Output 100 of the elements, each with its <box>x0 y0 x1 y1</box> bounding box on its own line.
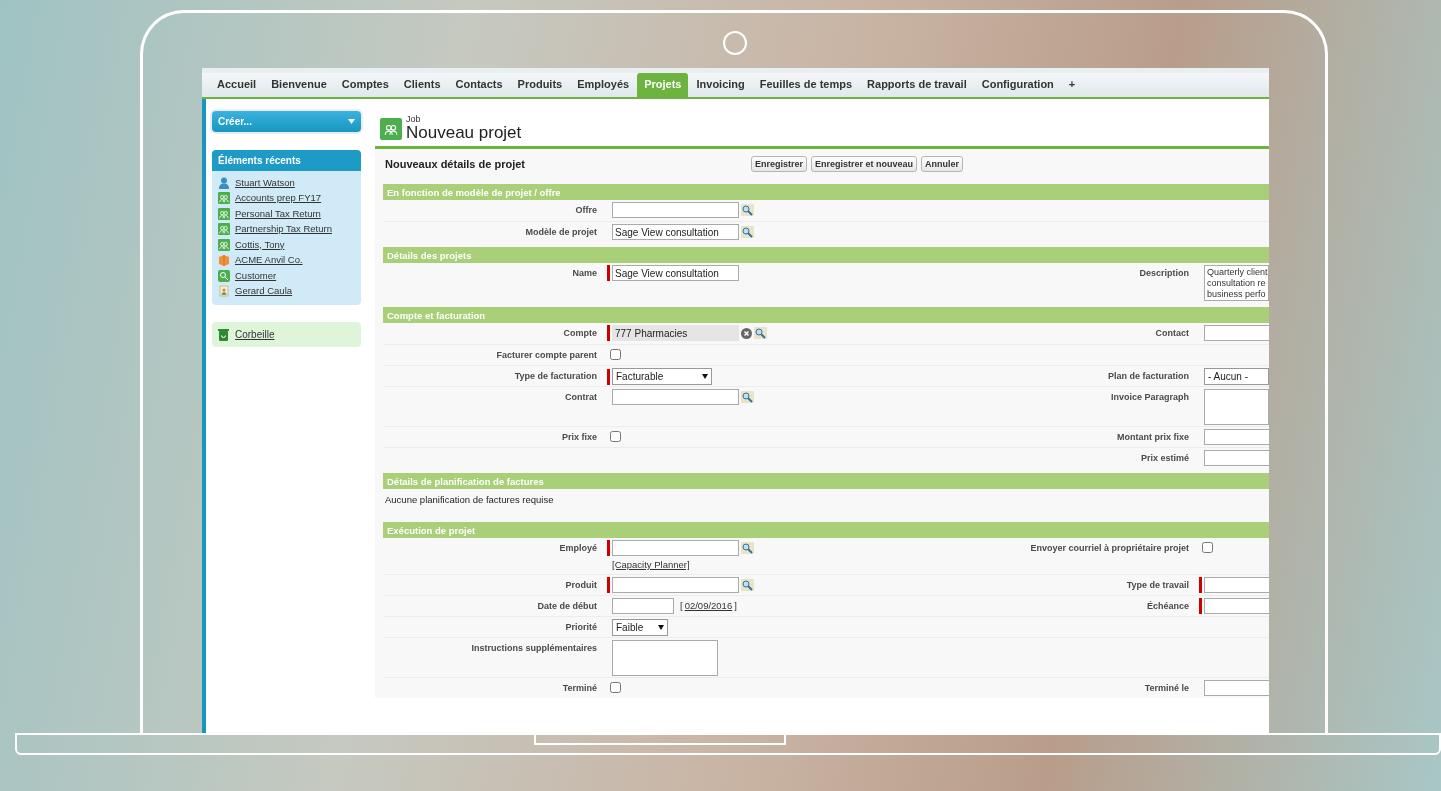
field-label: Invoice Paragraph <box>1109 391 1189 404</box>
input-field[interactable] <box>1204 325 1269 341</box>
search-icon <box>741 542 754 555</box>
recent-item-link[interactable]: Stuart Watson <box>235 175 295 190</box>
field-label: Instructions supplémentaires <box>470 641 597 655</box>
field-label: Description <box>1138 267 1189 280</box>
group-icon <box>218 238 230 251</box>
page-title: Nouveau projet <box>406 123 522 143</box>
field-label: Contact <box>1154 327 1189 340</box>
input-field[interactable] <box>1204 429 1269 445</box>
section-header: Compte et facturation <box>383 307 1269 323</box>
field-label: Plan de facturation <box>1107 370 1189 383</box>
input-field[interactable]: 777 Pharmacies <box>612 325 739 341</box>
nav-tab[interactable]: Rapports de travail <box>860 73 974 97</box>
search-icon <box>741 226 754 238</box>
section-header: Détails de planification de factures <box>383 473 1269 489</box>
select-field[interactable]: - Aucun - <box>1204 368 1269 385</box>
clear-icon <box>741 327 752 339</box>
checkbox[interactable] <box>610 431 621 442</box>
field-label: Employé <box>558 542 597 556</box>
recent-item-link[interactable]: ACME Anvil Co. <box>235 253 303 268</box>
bracket-text: ] <box>734 598 737 613</box>
recent-items-header: Éléments récents <box>212 150 361 171</box>
search-icon <box>741 391 754 403</box>
form-button[interactable]: Enregistrer et nouveau <box>811 155 918 173</box>
text-area[interactable] <box>1204 389 1269 425</box>
date-link[interactable]: 02/09/2016 <box>684 598 733 613</box>
document-person-icon <box>218 285 230 298</box>
box-icon <box>218 254 230 267</box>
recent-item-link[interactable]: Cottis, Tony <box>235 237 285 252</box>
section-message: Aucune planification de factures requise <box>384 493 555 507</box>
group-icon <box>218 192 230 205</box>
text-area[interactable] <box>612 639 718 676</box>
field-label: Terminé le <box>1143 681 1189 695</box>
field-label: Envoyer courriel à propriétaire projet <box>1029 542 1189 556</box>
object-type: Job <box>406 114 422 124</box>
field-label: Terminé <box>561 681 597 695</box>
nav-tab[interactable]: Feuilles de temps <box>752 73 860 97</box>
camera-ring <box>722 31 747 55</box>
input-field[interactable] <box>612 540 739 557</box>
add-tab-button[interactable]: + <box>1061 73 1083 97</box>
field-label: Date de début <box>536 599 597 613</box>
input-field[interactable] <box>1204 597 1269 614</box>
recent-item-link[interactable]: Customer <box>235 268 277 283</box>
nav-tab[interactable]: Invoicing <box>689 73 752 97</box>
field-label: Type de travail <box>1125 578 1189 592</box>
field-label: Modèle de projet <box>524 226 597 239</box>
nav-tab[interactable]: Configuration <box>974 73 1061 97</box>
field-label: Prix estimé <box>1139 452 1189 465</box>
recent-item-link[interactable]: Personal Tax Return <box>235 206 321 221</box>
field-label: Offre <box>574 204 597 217</box>
nav-tab[interactable]: Bienvenue <box>264 73 334 97</box>
nav-tab[interactable]: Contacts <box>448 73 510 97</box>
group-icon <box>218 223 230 236</box>
recent-item-link[interactable]: Gerard Caula <box>235 284 293 299</box>
checkbox[interactable] <box>1202 542 1213 554</box>
nav-tab[interactable]: Comptes <box>334 73 396 97</box>
capacity-planner-link[interactable]: [Capacity Planner] <box>612 559 690 571</box>
field-label: Échéance <box>1145 599 1189 613</box>
form-button[interactable]: Annuler <box>921 155 964 173</box>
field-label: Name <box>571 267 597 280</box>
input-field[interactable] <box>612 202 739 218</box>
search-icon <box>741 204 754 216</box>
field-label: Contrat <box>564 391 597 404</box>
input-field[interactable] <box>612 597 674 614</box>
nav-tab[interactable]: Clients <box>396 73 448 97</box>
nav-tab[interactable]: Accueil <box>210 73 264 97</box>
field-label: Produit <box>564 578 597 592</box>
checkbox[interactable] <box>610 681 621 693</box>
input-field[interactable]: Sage View consultation <box>612 224 739 240</box>
input-field[interactable] <box>1204 450 1269 466</box>
bracket-text: [ <box>680 598 683 613</box>
input-field[interactable] <box>1204 679 1269 696</box>
search-icon <box>754 327 767 339</box>
input-field[interactable] <box>1204 576 1269 593</box>
recycle-bin-link[interactable]: Corbeille <box>235 327 275 342</box>
recent-item-link[interactable]: Accounts prep FY17 <box>235 191 322 206</box>
input-field[interactable]: Sage View consultation <box>612 265 739 281</box>
field-label: Facturer compte parent <box>495 349 597 362</box>
checkbox[interactable] <box>610 349 621 360</box>
select-field[interactable]: Faible <box>612 618 668 636</box>
field-label: Priorité <box>564 620 597 634</box>
recent-item-link[interactable]: Partnership Tax Return <box>235 222 332 237</box>
caret-icon <box>348 119 355 124</box>
text-area[interactable]: Quarterly client consultation re business perfo <box>1204 265 1269 301</box>
search-icon <box>741 578 754 591</box>
form-button[interactable]: Enregistrer <box>751 155 808 173</box>
customer-icon <box>218 269 230 282</box>
field-label: Montant prix fixe <box>1116 431 1189 444</box>
nav-tab[interactable]: Employés <box>570 73 637 97</box>
section-header: En fonction de modèle de projet / offre <box>383 184 1269 200</box>
section-header: Détails des projets <box>383 247 1269 263</box>
input-field[interactable] <box>612 576 739 593</box>
input-field[interactable] <box>612 389 739 405</box>
field-label: Type de facturation <box>513 370 597 383</box>
select-field[interactable]: Facturable <box>612 368 712 385</box>
field-label: Prix fixe <box>560 431 597 444</box>
form-title: Nouveaux détails de projet <box>385 156 526 172</box>
nav-tab[interactable]: Produits <box>510 73 570 97</box>
field-label: Compte <box>562 327 597 340</box>
